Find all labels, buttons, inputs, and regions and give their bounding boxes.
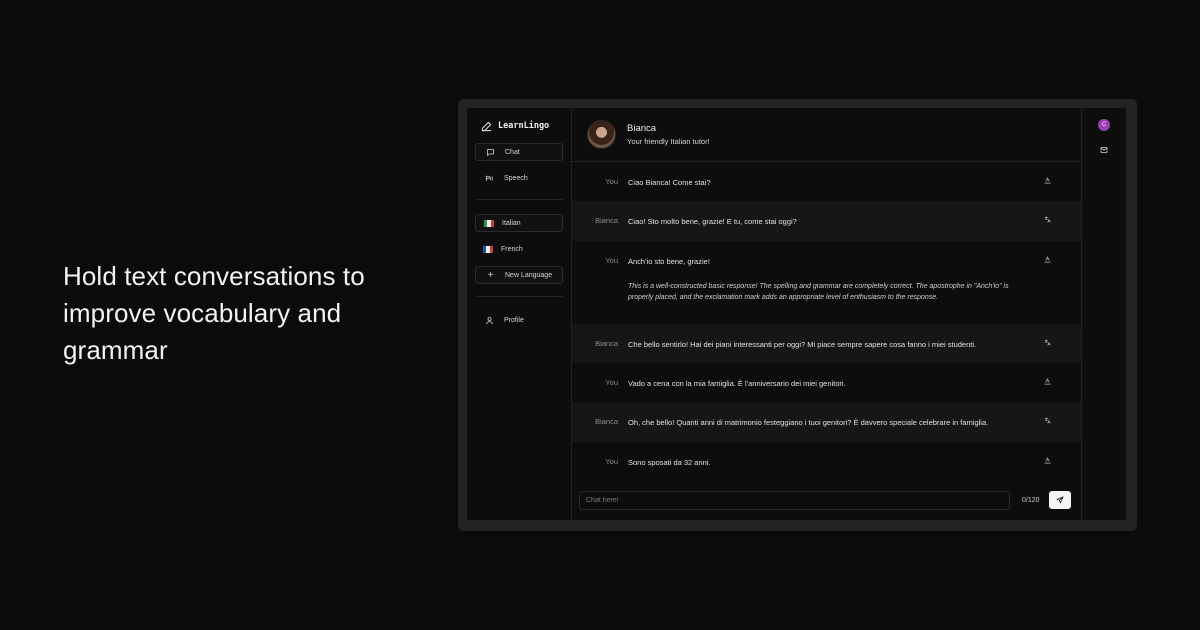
message-sender: Bianca	[595, 339, 618, 349]
tutor-avatar	[587, 120, 616, 150]
message-text: Anch'io sto bene, grazie!	[628, 257, 710, 267]
right-rail: C	[1081, 108, 1126, 520]
sidebar-divider	[475, 296, 563, 297]
pencil-icon	[481, 121, 492, 131]
sidebar-item-label: Chat	[505, 148, 520, 156]
message-text: Sono sposati da 32 anni.	[628, 458, 711, 468]
message-list: You Ciao Bianca! Come stai? Bianca Ciao!…	[572, 162, 1081, 480]
tutor-subtitle: Your friendly Italian tutor!	[627, 137, 710, 147]
message-text: Vado a cena con la mia famiglia. È l'ann…	[628, 379, 846, 389]
message-text: Ciao Bianca! Come stai?	[628, 178, 711, 188]
message-text: Ciao! Sto molto bene, grazie! E tu, come…	[628, 217, 797, 227]
message-text: Oh, che bello! Quanti anni di matrimonio…	[628, 418, 989, 428]
message-row: You Sono sposati da 32 anni.	[572, 442, 1081, 480]
chat-input[interactable]	[579, 490, 1010, 510]
plus-icon: +	[487, 269, 494, 281]
message-row: Bianca Ciao! Sto molto bene, grazie! E t…	[572, 202, 1081, 242]
sidebar-item-label: Profile	[504, 316, 524, 324]
language-item-italian[interactable]: Italian	[475, 214, 563, 232]
send-icon	[1056, 496, 1064, 504]
translate-icon[interactable]	[1041, 216, 1053, 223]
spell-check-icon[interactable]	[1041, 177, 1053, 184]
audio-icon	[485, 174, 494, 183]
sidebar-item-profile[interactable]: Profile	[475, 311, 563, 329]
character-counter: 0/120	[1022, 496, 1040, 504]
language-label: Italian	[502, 219, 521, 227]
spell-check-icon[interactable]	[1041, 378, 1053, 385]
feature-headline: Hold text conversations to improve vocab…	[63, 261, 365, 365]
message-row: You Vado a cena con la mia famiglia. È l…	[572, 363, 1081, 404]
message-sender: You	[605, 457, 618, 467]
tutor-name: Bianca	[627, 123, 657, 135]
translate-icon[interactable]	[1041, 339, 1053, 346]
message-square-icon	[486, 148, 495, 157]
message-sender: You	[605, 256, 618, 266]
sidebar-item-label: Speech	[504, 174, 528, 182]
chat-panel: Bianca Your friendly Italian tutor! You …	[572, 108, 1081, 520]
mail-icon[interactable]	[1100, 146, 1108, 156]
italy-flag-icon	[484, 219, 494, 227]
message-row: You Anch'io sto bene, grazie! This is a …	[572, 241, 1081, 326]
grammar-feedback: This is a well-constructed basic respons…	[628, 283, 1009, 302]
app-logo[interactable]: LearnLingo	[475, 119, 563, 133]
message-row: Bianca Che bello sentirlo! Hai dei piani…	[572, 325, 1081, 364]
new-language-label: New Language	[505, 271, 553, 279]
chat-composer: 0/120	[572, 480, 1081, 520]
message-text: Che bello sentirlo! Hai dei piani intere…	[628, 340, 977, 350]
user-avatar[interactable]: C	[1098, 119, 1110, 131]
message-row: You Ciao Bianca! Come stai?	[572, 162, 1081, 203]
sidebar: LearnLingo Chat Speech Italian French + …	[467, 108, 572, 520]
new-language-button[interactable]: + New Language	[475, 266, 563, 284]
sidebar-item-speech[interactable]: Speech	[475, 169, 563, 187]
france-flag-icon	[483, 245, 493, 253]
app-screenshot-frame: LearnLingo Chat Speech Italian French + …	[458, 99, 1137, 531]
message-sender: Bianca	[595, 216, 618, 226]
message-row: Bianca Oh, che bello! Quanti anni di mat…	[572, 403, 1081, 443]
language-label: French	[501, 245, 523, 253]
user-icon	[485, 316, 494, 325]
message-sender: You	[605, 177, 618, 187]
translate-icon[interactable]	[1041, 417, 1053, 424]
send-button[interactable]	[1049, 491, 1071, 510]
chat-header: Bianca Your friendly Italian tutor!	[572, 108, 1081, 163]
language-item-french[interactable]: French	[475, 240, 563, 258]
app-window: LearnLingo Chat Speech Italian French + …	[467, 108, 1126, 520]
spell-check-icon[interactable]	[1041, 457, 1053, 464]
spell-check-icon[interactable]	[1041, 256, 1053, 263]
message-sender: You	[605, 378, 618, 388]
message-sender: Bianca	[595, 417, 618, 427]
sidebar-item-chat[interactable]: Chat	[475, 143, 563, 161]
app-name: LearnLingo	[498, 121, 550, 131]
sidebar-divider	[475, 199, 563, 200]
